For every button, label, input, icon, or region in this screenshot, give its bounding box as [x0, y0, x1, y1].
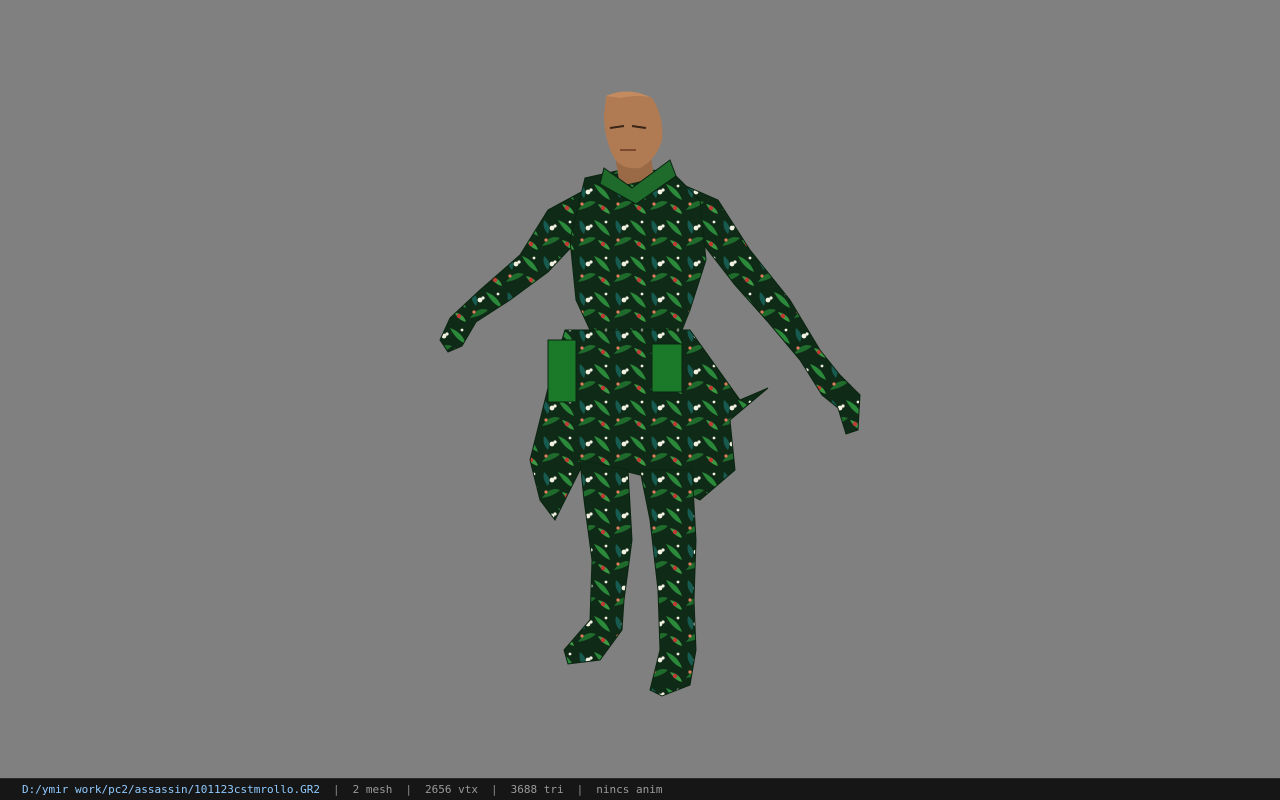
model-right-pouch: [651, 343, 683, 393]
status-bar: D:/ymir work/pc2/assassin/101123cstmroll…: [0, 778, 1280, 800]
model-head: [604, 91, 663, 169]
status-separator: |: [405, 783, 413, 796]
model-left-leg: [563, 459, 633, 665]
3d-viewport[interactable]: [0, 0, 1280, 778]
model-right-leg: [639, 469, 697, 697]
model-left-pouch: [547, 339, 577, 403]
model-file-path: D:/ymir work/pc2/assassin/101123cstmroll…: [22, 783, 321, 796]
animation-status: nincs anim: [596, 783, 663, 796]
model-left-arm: [439, 189, 586, 353]
vertex-count: 2656 vtx: [425, 783, 478, 796]
status-separator: |: [333, 783, 340, 796]
character-model: [439, 91, 861, 697]
status-separator: |: [576, 783, 584, 796]
mesh-count: 2 mesh: [352, 783, 393, 796]
status-separator: |: [491, 783, 498, 796]
triangle-count: 3688 tri: [510, 783, 564, 796]
